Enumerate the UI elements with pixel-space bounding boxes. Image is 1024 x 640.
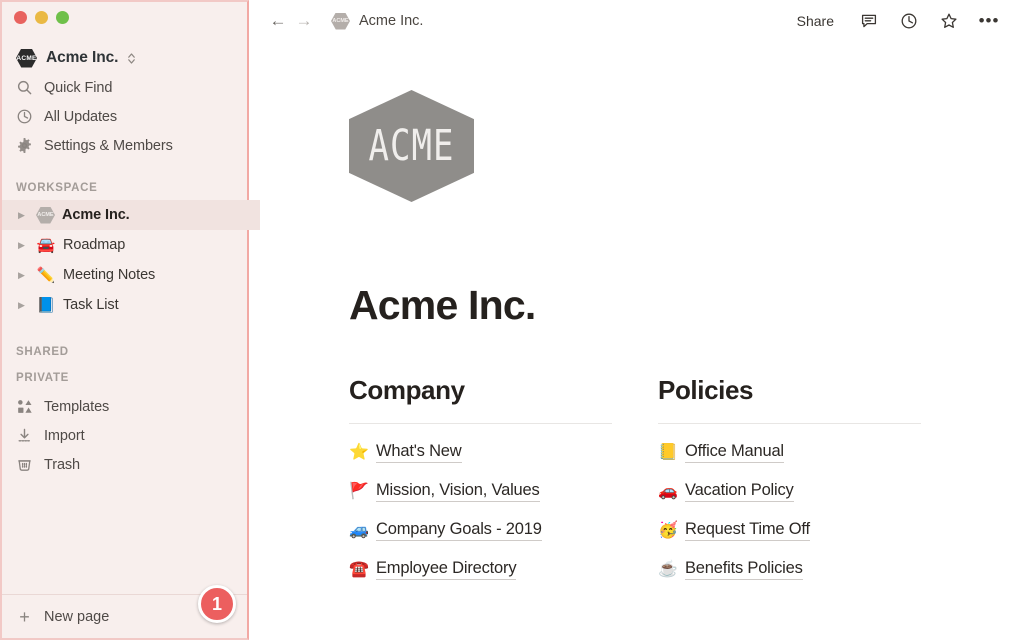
disclosure-triangle-icon[interactable]: ▶ (18, 210, 29, 220)
sidebar-item-label: Import (44, 427, 85, 444)
trash-icon (16, 456, 33, 473)
page-link-mission-vision-values[interactable]: 🚩 Mission, Vision, Values (349, 481, 612, 502)
document-body: ACME Acme Inc. Company ⭐ What's New 🚩 Mi… (249, 42, 1024, 580)
workspace-name: Acme Inc. (46, 49, 119, 66)
sidebar-item-label: Templates (44, 398, 110, 415)
breadcrumb[interactable]: Acme Inc. (359, 13, 423, 29)
recreational-vehicle-emoji-icon: 🚙 (349, 521, 369, 539)
page-title[interactable]: Acme Inc. (349, 282, 1024, 329)
section-header-shared: SHARED (16, 346, 69, 358)
sidebar-item-templates[interactable]: Templates (2, 392, 247, 421)
page-link-label: Company Goals - 2019 (376, 520, 542, 541)
page-link-label: Mission, Vision, Values (376, 481, 540, 502)
acme-cover-logo: ACME (349, 90, 474, 202)
page-link-request-time-off[interactable]: 🥳 Request Time Off (658, 520, 921, 541)
search-icon (16, 79, 33, 96)
chevron-updown-icon (127, 52, 136, 65)
page-link-label: Vacation Policy (685, 481, 794, 502)
acme-hex-icon: ACME (36, 206, 55, 224)
back-button[interactable]: ← (265, 8, 291, 34)
sidebar-item-all-updates[interactable]: All Updates (2, 102, 247, 131)
page-link-company-goals-2019[interactable]: 🚙 Company Goals - 2019 (349, 520, 612, 541)
ledger-emoji-icon: 📒 (658, 443, 678, 461)
page-link-vacation-policy[interactable]: 🚗 Vacation Policy (658, 481, 921, 502)
disclosure-triangle-icon[interactable]: ▶ (18, 240, 29, 250)
main-content: ← → ACME Acme Inc. Share ••• ACME Acme I… (249, 0, 1024, 640)
sidebar-item-label: All Updates (44, 108, 118, 125)
sidebar-item-label: Quick Find (44, 79, 113, 96)
page-link-label: Employee Directory (376, 559, 517, 580)
sidebar-page-meeting-notes[interactable]: ▶ ✏️ Meeting Notes (2, 260, 247, 290)
sidebar-page-task-list[interactable]: ▶ 📘 Task List (2, 290, 247, 320)
columns-container: Company ⭐ What's New 🚩 Mission, Vision, … (349, 375, 1024, 580)
sidebar-page-label: Roadmap (63, 237, 126, 253)
gear-icon (16, 137, 33, 154)
column-divider (658, 423, 921, 424)
app-window: ACME Acme Inc. Quick Find All Updates Se… (0, 0, 1024, 640)
disclosure-triangle-icon[interactable]: ▶ (18, 300, 29, 310)
column-policies: Policies 📒 Office Manual 🚗 Vacation Poli… (658, 375, 921, 580)
column-divider (349, 423, 612, 424)
page-link-office-manual[interactable]: 📒 Office Manual (658, 442, 921, 463)
acme-cover-logo-text: ACME (368, 121, 455, 171)
column-company: Company ⭐ What's New 🚩 Mission, Vision, … (349, 375, 612, 580)
close-button[interactable] (14, 11, 27, 24)
page-link-label: Request Time Off (685, 520, 810, 541)
templates-icon (16, 398, 33, 415)
page-link-whats-new[interactable]: ⭐ What's New (349, 442, 612, 463)
section-header-workspace: WORKSPACE (16, 182, 98, 194)
section-header-private: PRIVATE (16, 372, 70, 384)
car-emoji-icon: 🚘 (36, 236, 56, 254)
disclosure-triangle-icon[interactable]: ▶ (18, 270, 29, 280)
column-heading: Policies (658, 375, 754, 405)
sidebar-page-label: Meeting Notes (63, 267, 156, 283)
column-heading: Company (349, 375, 465, 405)
breadcrumb-acme-hex-icon: ACME (331, 12, 350, 30)
comment-icon[interactable] (856, 8, 882, 34)
sidebar-item-trash[interactable]: Trash (2, 450, 247, 479)
zoom-button[interactable] (56, 11, 69, 24)
more-options-icon[interactable]: ••• (976, 8, 1002, 34)
page-link-label: What's New (376, 442, 462, 463)
sidebar-item-settings-members[interactable]: Settings & Members (2, 131, 247, 160)
window-traffic-lights (2, 2, 247, 32)
sidebar-item-label: Trash (44, 456, 81, 473)
sidebar-page-acme-inc[interactable]: ▶ ACME Acme Inc. (2, 200, 260, 230)
star-icon[interactable] (936, 8, 962, 34)
partying-face-emoji-icon: 🥳 (658, 521, 678, 539)
new-page-label: New page (44, 608, 110, 625)
sidebar-page-label: Task List (63, 297, 119, 313)
triangular-flag-emoji-icon: 🚩 (349, 482, 369, 500)
sidebar-item-import[interactable]: Import (2, 421, 247, 450)
plus-icon: + (19, 606, 30, 627)
workspace-switcher[interactable]: ACME Acme Inc. (2, 43, 247, 73)
star-emoji-icon: ⭐ (349, 443, 369, 461)
sidebar-item-quick-find[interactable]: Quick Find (2, 73, 247, 102)
automobile-emoji-icon: 🚗 (658, 482, 678, 500)
sidebar: ACME Acme Inc. Quick Find All Updates Se… (0, 0, 260, 640)
page-link-employee-directory[interactable]: ☎️ Employee Directory (349, 559, 612, 580)
pencil-emoji-icon: ✏️ (36, 266, 56, 284)
page-link-label: Benefits Policies (685, 559, 803, 580)
top-bar: ← → ACME Acme Inc. Share ••• (249, 0, 1024, 42)
clock-icon (16, 108, 33, 125)
sidebar-page-label: Acme Inc. (62, 207, 130, 223)
telephone-emoji-icon: ☎️ (349, 560, 369, 578)
book-emoji-icon: 📘 (36, 296, 56, 314)
share-button[interactable]: Share (797, 13, 834, 29)
page-link-benefits-policies[interactable]: ☕ Benefits Policies (658, 559, 921, 580)
sidebar-page-roadmap[interactable]: ▶ 🚘 Roadmap (2, 230, 247, 260)
hot-beverage-emoji-icon: ☕ (658, 560, 678, 578)
import-icon (16, 427, 33, 444)
sidebar-item-label: Settings & Members (44, 137, 173, 154)
page-link-label: Office Manual (685, 442, 784, 463)
minimize-button[interactable] (35, 11, 48, 24)
notification-badge[interactable]: 1 (198, 585, 236, 623)
acme-hex-icon: ACME (16, 48, 37, 68)
history-clock-icon[interactable] (896, 8, 922, 34)
forward-button[interactable]: → (291, 8, 317, 34)
